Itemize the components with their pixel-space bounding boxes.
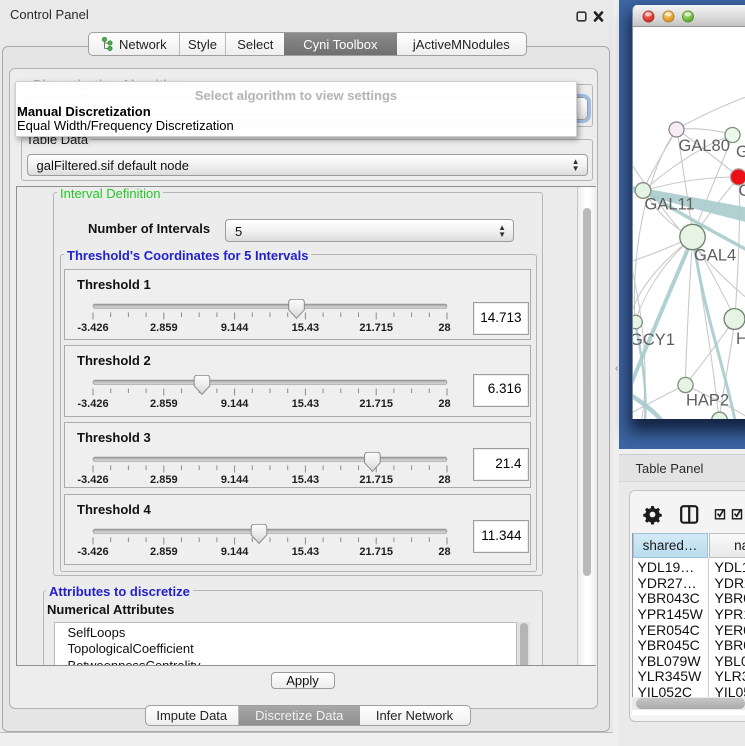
svg-text:HAP2: HAP2 bbox=[686, 392, 729, 410]
svg-text:GAL4: GAL4 bbox=[694, 247, 736, 265]
svg-text:HAP4: HAP4 bbox=[736, 330, 745, 348]
svg-text:GCY1: GCY1 bbox=[633, 331, 675, 349]
svg-text:GAL80: GAL80 bbox=[678, 137, 729, 155]
svg-text:GAL80: GAL80 bbox=[736, 143, 745, 161]
svg-text:GAL11: GAL11 bbox=[644, 196, 694, 214]
svg-text:CDC19: CDC19 bbox=[738, 182, 745, 200]
